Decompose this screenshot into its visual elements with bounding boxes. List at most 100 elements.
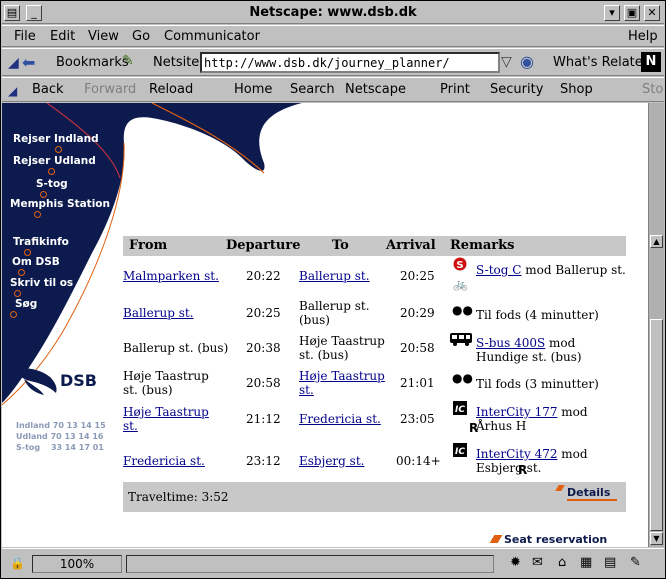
print-button[interactable]: Print <box>440 82 470 97</box>
sidebar-item-skriv-til-os[interactable]: Skriv til os <box>10 277 73 289</box>
from-link[interactable]: Malmparken st. <box>123 269 219 283</box>
navigator-icon[interactable]: ✹ <box>510 555 521 570</box>
shop-button[interactable]: Shop <box>560 82 593 97</box>
iconify-icon[interactable]: ▾ <box>604 5 620 21</box>
location-bar: ◢ ⬅ Bookmarks ✎ Netsite: http://www.dsb.… <box>2 48 664 76</box>
menu-edit[interactable]: Edit <box>50 29 75 44</box>
details-button[interactable]: Details <box>567 486 610 499</box>
bullet-icon <box>10 311 17 318</box>
traveltime-row: Traveltime: 3:52 Details <box>123 482 626 512</box>
column-header-arrival: Arrival <box>386 238 436 253</box>
journey-table-header: From Departure To Arrival Remarks <box>123 236 626 256</box>
s-tog-icon: S <box>453 257 467 271</box>
from-link[interactable]: Fredericia st. <box>123 454 205 468</box>
to-link[interactable]: Ballerup st. <box>299 269 370 283</box>
menu-go[interactable]: Go <box>132 29 150 44</box>
netscape-button[interactable]: Netscape <box>345 82 406 97</box>
security-button[interactable]: Security <box>490 82 543 97</box>
arrival-time: 23:05 <box>400 412 435 426</box>
status-bar: 🔒 100% ✹ ✉ ⌂ ▦ ▤ ✎ <box>2 548 664 578</box>
remark-text: InterCity 177 mod Århus H <box>476 405 588 433</box>
departure-time: 21:12 <box>246 412 281 426</box>
from-link[interactable]: Høje Taastrup st. <box>123 405 213 433</box>
close-icon[interactable]: ✕ <box>644 5 660 21</box>
to-link[interactable]: Fredericia st. <box>299 412 381 426</box>
remark-text: S-bus 400S mod Hundige st. (bus) <box>476 336 582 364</box>
arrival-time: 21:01 <box>400 376 435 390</box>
address-book-icon[interactable]: ▤ <box>604 555 616 570</box>
footsteps-icon: ●● <box>452 371 473 385</box>
sidebar-item-rejser-indland[interactable]: Rejser Indland <box>13 133 99 145</box>
window-title: Netscape: www.dsb.dk <box>249 5 417 20</box>
whats-related-icon[interactable]: ◉ <box>520 52 534 71</box>
column-header-to: To <box>332 238 349 253</box>
bookmarks-button[interactable]: Bookmarks <box>56 55 129 70</box>
status-message <box>126 555 494 573</box>
svg-text:S: S <box>456 260 463 271</box>
url-dropdown-icon[interactable]: ▽ <box>501 54 512 70</box>
navigation-toolbar: ◢ Back Forward Reload Home Search Netsca… <box>2 77 664 102</box>
arrow-icon <box>555 485 565 491</box>
arrival-time: 20:58 <box>400 341 435 355</box>
menu-communicator[interactable]: Communicator <box>164 29 260 44</box>
intercity-icon: IC <box>453 443 467 457</box>
bookmarks-icon[interactable]: ⬅ <box>22 53 35 72</box>
from-station: Høje Taastrup st. (bus) <box>123 369 209 397</box>
remark-link[interactable]: InterCity 472 <box>476 447 557 461</box>
home-button[interactable]: Home <box>234 82 272 97</box>
maximize-icon[interactable]: ▣ <box>624 5 640 21</box>
dsb-logo-text: DSB <box>60 371 97 390</box>
underline-swoosh <box>567 499 617 501</box>
menu-bar: File Edit View Go Communicator Help <box>2 25 664 47</box>
back-button[interactable]: Back <box>32 82 64 97</box>
search-button[interactable]: Search <box>290 82 335 97</box>
reload-button[interactable]: Reload <box>149 82 193 97</box>
remark-text: S-tog C mod Ballerup st. <box>476 263 626 277</box>
sidebar-item-memphis-station[interactable]: Memphis Station <box>10 198 110 210</box>
to-link[interactable]: Høje Taastrup st. <box>299 369 389 397</box>
sidebar-item-trafikinfo[interactable]: Trafikinfo <box>13 236 69 248</box>
bullet-icon <box>55 146 62 153</box>
remark-text: Til fods (4 minutter) <box>476 308 599 322</box>
sidebar-item-sog[interactable]: Søg <box>15 298 37 310</box>
remark-text: Til fods (3 minutter) <box>476 377 599 391</box>
menu-file[interactable]: File <box>14 29 36 44</box>
edit-icon[interactable]: ✎ <box>630 555 641 570</box>
to-station: Ballerup st. (bus) <box>299 299 370 327</box>
remark-link[interactable]: S-tog C <box>476 263 521 277</box>
discussion-icon[interactable]: ⌂ <box>558 555 566 570</box>
dsb-wings-logo-icon <box>16 368 57 395</box>
zoom-level: 100% <box>32 555 122 573</box>
scroll-thumb[interactable] <box>650 319 663 531</box>
column-header-remarks: Remarks <box>450 238 515 253</box>
forward-button[interactable]: Forward <box>84 82 136 97</box>
scroll-up-icon[interactable]: ▲ <box>650 235 663 248</box>
scroll-down-icon[interactable]: ▼ <box>650 532 663 545</box>
from-link[interactable]: Ballerup st. <box>123 306 194 320</box>
sidebar-item-s-tog[interactable]: S-tog <box>36 178 68 190</box>
vertical-scrollbar[interactable]: ▲ ▼ <box>648 103 664 547</box>
departure-time: 20:58 <box>246 376 281 390</box>
mail-icon[interactable]: ✉ <box>532 555 543 570</box>
menu-help[interactable]: Help <box>628 29 658 44</box>
departure-time: 20:38 <box>246 341 281 355</box>
remark-link[interactable]: InterCity 177 <box>476 405 557 419</box>
composer-icon[interactable]: ▦ <box>580 555 592 570</box>
pin-icon[interactable]: ✎ <box>122 53 134 69</box>
url-field[interactable]: http://www.dsb.dk/journey_planner/ <box>200 52 500 73</box>
whats-related-button[interactable]: What's Related <box>553 55 651 70</box>
arrival-time: 00:14+ <box>396 454 441 468</box>
svg-text:IC: IC <box>455 405 465 415</box>
stop-button[interactable]: Sto <box>642 82 663 97</box>
to-link[interactable]: Esbjerg st. <box>299 454 364 468</box>
security-lock-icon[interactable]: 🔒 <box>10 556 25 570</box>
remark-link[interactable]: S-bus 400S <box>476 336 545 350</box>
departure-time: 20:25 <box>246 306 281 320</box>
seat-reservation-button[interactable]: Seat reservation <box>504 533 607 546</box>
arrival-time: 20:29 <box>400 306 435 320</box>
menu-view[interactable]: View <box>88 29 119 44</box>
sidebar-item-rejser-udland[interactable]: Rejser Udland <box>13 155 96 167</box>
sidebar-item-om-dsb[interactable]: Om DSB <box>12 256 60 268</box>
departure-time: 20:22 <box>246 269 281 283</box>
reservation-badge: R <box>518 463 528 477</box>
